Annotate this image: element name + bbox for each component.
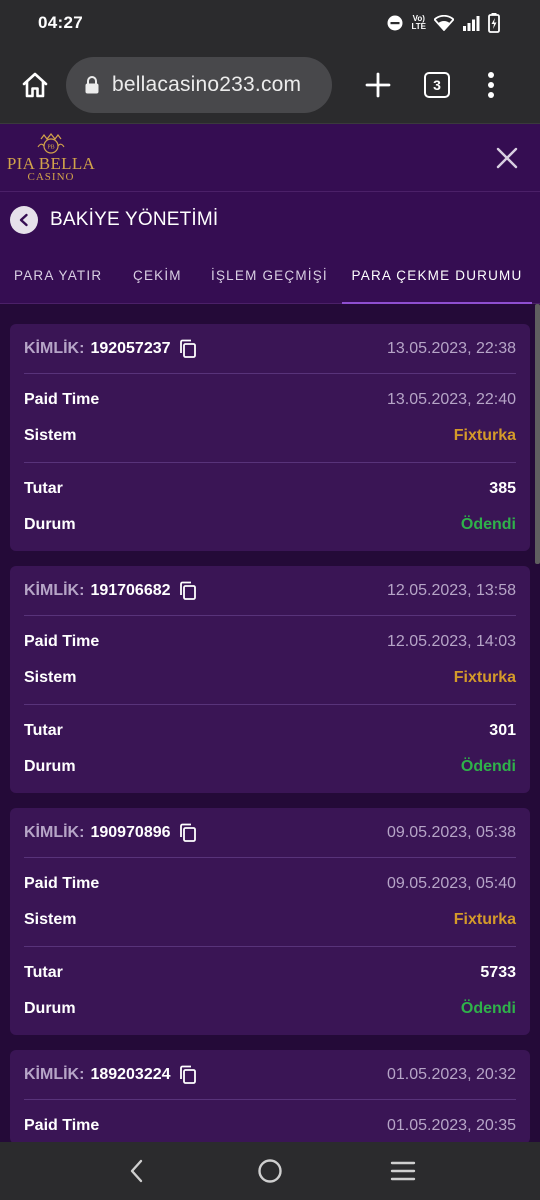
page-title: BAKİYE YÖNETİMİ <box>50 209 219 230</box>
close-button[interactable] <box>492 143 522 173</box>
paid-time-label: Paid Time <box>24 1117 100 1134</box>
created-date: 09.05.2023, 05:38 <box>386 823 516 841</box>
back-button[interactable] <box>10 206 38 234</box>
paid-time-label: Paid Time <box>24 391 100 408</box>
withdrawal-card: KİMLİK: 192057237 13.05.2023, 22:38 Paid… <box>10 324 530 551</box>
system-value: Fixturka <box>453 911 516 928</box>
crown-emblem-icon: PB <box>37 132 65 154</box>
amount-label: Tutar <box>24 480 63 497</box>
battery-charging-icon <box>488 13 500 33</box>
system-label: Sistem <box>24 911 77 928</box>
paid-time-value: 12.05.2023, 14:03 <box>386 633 516 650</box>
nav-home-button[interactable] <box>250 1151 290 1191</box>
id-value: 191706682 <box>90 581 171 599</box>
card-header: KİMLİK: 190970896 09.05.2023, 05:38 <box>24 808 516 858</box>
amount-label: Tutar <box>24 722 63 739</box>
system-value: Fixturka <box>453 427 516 444</box>
new-tab-button[interactable] <box>358 65 398 105</box>
id-label: KİMLİK: <box>24 339 85 357</box>
system-label: Sistem <box>24 669 77 686</box>
nav-recents-button[interactable] <box>383 1151 423 1191</box>
wifi-icon <box>434 15 454 31</box>
page-header: BAKİYE YÖNETİMİ <box>0 192 540 248</box>
created-date: 13.05.2023, 22:38 <box>386 339 516 357</box>
card-header: KİMLİK: 189203224 01.05.2023, 20:32 <box>24 1050 516 1100</box>
status-time: 04:27 <box>38 13 83 32</box>
lock-icon <box>85 75 99 93</box>
id-label: KİMLİK: <box>24 581 85 599</box>
status-bar: 04:27 Vo) LTE <box>0 0 540 46</box>
home-button[interactable] <box>18 68 52 102</box>
status-label: Durum <box>24 758 76 775</box>
amount-value: 5733 <box>480 964 516 981</box>
tab-withdrawal-status[interactable]: PARA ÇEKME DURUMU <box>342 248 532 304</box>
browser-toolbar: bellacasino233.com 3 <box>0 46 540 124</box>
card-header: KİMLİK: 191706682 12.05.2023, 13:58 <box>24 566 516 616</box>
id-value: 192057237 <box>90 339 171 357</box>
status-label: Durum <box>24 1000 76 1017</box>
nav-back-button[interactable] <box>117 1151 157 1191</box>
card-header: KİMLİK: 192057237 13.05.2023, 22:38 <box>24 324 516 374</box>
browser-menu-button[interactable] <box>476 65 506 105</box>
amount-value: 385 <box>489 480 516 497</box>
status-icons: Vo) LTE <box>387 13 500 33</box>
tab-deposit[interactable]: PARA YATIR <box>14 248 102 303</box>
paid-time-value: 01.05.2023, 20:35 <box>386 1117 516 1134</box>
logo-title: PIA BELLA <box>6 153 96 173</box>
id-label: KİMLİK: <box>24 823 85 841</box>
divider <box>24 946 516 947</box>
withdrawal-list[interactable]: KİMLİK: 192057237 13.05.2023, 22:38 Paid… <box>0 304 540 1142</box>
id-label: KİMLİK: <box>24 1065 85 1083</box>
nav-recents-icon <box>391 1161 416 1181</box>
paid-time-label: Paid Time <box>24 633 100 650</box>
system-value: Fixturka <box>453 669 516 686</box>
plus-icon <box>365 72 391 97</box>
id-value: 190970896 <box>90 823 171 841</box>
url-text: bellacasino233.com <box>112 72 302 96</box>
logo-badge-text: PB <box>47 144 54 150</box>
do-not-disturb-icon <box>387 15 403 31</box>
site-logo[interactable]: PB PIA BELLA CASINO <box>7 132 95 183</box>
status-value: Ödendi <box>460 758 516 775</box>
volte-icon: Vo) LTE <box>411 15 426 31</box>
status-label: Durum <box>24 516 76 533</box>
divider <box>24 704 516 705</box>
copy-icon[interactable] <box>179 581 197 601</box>
system-nav-bar <box>0 1142 540 1200</box>
copy-icon[interactable] <box>179 1065 197 1085</box>
paid-time-value: 09.05.2023, 05:40 <box>386 875 516 892</box>
balance-tabs: PARA YATIR ÇEKİM İŞLEM GEÇMİŞİ PARA ÇEKM… <box>0 248 540 304</box>
paid-time-label: Paid Time <box>24 875 100 892</box>
tab-switcher-button[interactable]: 3 <box>424 71 450 98</box>
close-icon <box>496 147 518 168</box>
tab-transaction-history[interactable]: İŞLEM GEÇMİŞİ <box>211 248 328 303</box>
created-date: 12.05.2023, 13:58 <box>386 581 516 599</box>
site-header: PB PIA BELLA CASINO <box>0 124 540 192</box>
home-icon <box>22 72 48 97</box>
withdrawal-card: KİMLİK: 189203224 01.05.2023, 20:32 Paid… <box>10 1050 530 1142</box>
withdrawal-card: KİMLİK: 190970896 09.05.2023, 05:38 Paid… <box>10 808 530 1035</box>
nav-back-icon <box>130 1159 142 1183</box>
id-value: 189203224 <box>90 1065 171 1083</box>
more-vertical-icon <box>488 71 494 98</box>
amount-label: Tutar <box>24 964 63 981</box>
signal-icon <box>462 15 480 31</box>
copy-icon[interactable] <box>179 339 197 359</box>
amount-value: 301 <box>489 722 516 739</box>
tab-withdraw[interactable]: ÇEKİM <box>133 248 182 303</box>
status-value: Ödendi <box>460 516 516 533</box>
paid-time-value: 13.05.2023, 22:40 <box>386 391 516 408</box>
scrollbar[interactable] <box>535 304 540 564</box>
nav-home-icon <box>258 1159 282 1183</box>
withdrawal-card: KİMLİK: 191706682 12.05.2023, 13:58 Paid… <box>10 566 530 793</box>
created-date: 01.05.2023, 20:32 <box>386 1065 516 1083</box>
logo-subtitle: CASINO <box>27 170 75 183</box>
divider <box>24 462 516 463</box>
copy-icon[interactable] <box>179 823 197 843</box>
chevron-left-icon <box>19 213 28 227</box>
system-label: Sistem <box>24 427 77 444</box>
status-value: Ödendi <box>460 1000 516 1017</box>
address-bar[interactable]: bellacasino233.com <box>66 56 332 113</box>
lte-label: LTE <box>411 22 426 31</box>
